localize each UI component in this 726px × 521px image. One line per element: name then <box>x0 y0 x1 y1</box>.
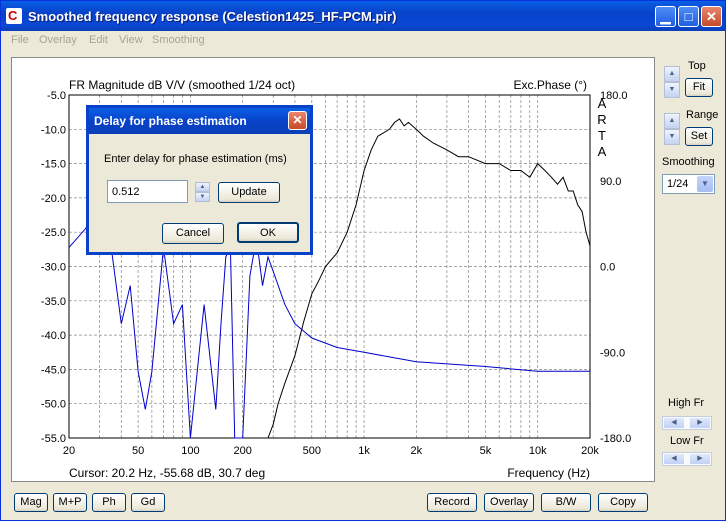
phase-title: Exc.Phase (°) <box>514 78 588 92</box>
copy-button[interactable]: Copy <box>598 493 648 512</box>
x-tick-label: 200 <box>233 445 251 457</box>
update-button[interactable]: Update <box>218 182 280 203</box>
menu-overlay[interactable]: Overlay <box>39 34 77 46</box>
x-tick-label: 1k <box>358 445 370 457</box>
high-fr-left-arrow-icon[interactable]: ◀ <box>664 418 684 428</box>
group-delay-button[interactable]: Gd <box>131 493 165 512</box>
x-tick-label: 50 <box>132 445 144 457</box>
phase-tick-label: -180.0 <box>600 433 631 445</box>
y-tick-label: -55.0 <box>41 433 66 445</box>
minimize-icon[interactable]: ▁ <box>655 6 676 27</box>
main-window: C Smoothed frequency response (Celestion… <box>0 0 726 521</box>
low-fr-right-arrow-icon[interactable]: ▶ <box>690 454 710 464</box>
ok-button[interactable]: OK <box>237 222 299 243</box>
x-axis-label: Frequency (Hz) <box>507 466 590 480</box>
cursor-readout: Cursor: 20.2 Hz, -55.68 dB, 30.7 deg <box>69 466 265 480</box>
y-tick-label: -15.0 <box>41 159 66 171</box>
cancel-button[interactable]: Cancel <box>162 223 224 244</box>
dialog-prompt: Enter delay for phase estimation (ms) <box>104 153 287 165</box>
high-fr-label: High Fr <box>668 397 705 409</box>
record-button[interactable]: Record <box>427 493 477 512</box>
high-fr-scroller[interactable]: ◀ ▶ <box>662 416 712 430</box>
arta-logo-letter: A <box>598 144 607 159</box>
smoothing-select[interactable]: 1/24 ▼ <box>662 174 715 194</box>
delay-input[interactable] <box>107 180 188 203</box>
phase-tick-label: 180.0 <box>600 90 628 102</box>
phase-button[interactable]: Ph <box>92 493 126 512</box>
y-tick-label: -25.0 <box>41 227 66 239</box>
close-icon[interactable]: ✕ <box>701 6 722 27</box>
dialog-title: Delay for phase estimation <box>94 114 247 128</box>
x-tick-label: 20k <box>581 445 599 457</box>
bw-button[interactable]: B/W <box>541 493 591 512</box>
x-tick-label: 500 <box>303 445 321 457</box>
set-button[interactable]: Set <box>685 127 713 146</box>
delay-dialog: Delay for phase estimation ✕ Enter delay… <box>86 105 313 255</box>
x-tick-label: 5k <box>480 445 492 457</box>
app-icon[interactable]: C <box>6 8 22 24</box>
low-fr-label: Low Fr <box>670 435 704 447</box>
y-tick-label: -30.0 <box>41 262 66 274</box>
dialog-close-icon[interactable]: ✕ <box>288 111 307 130</box>
menu-bar: File Overlay Edit View Smoothing <box>3 31 723 51</box>
low-fr-scroller[interactable]: ◀ ▶ <box>662 452 712 466</box>
x-tick-label: 20 <box>63 445 75 457</box>
mag-phase-button[interactable]: M+P <box>53 493 87 512</box>
delay-down-arrow-icon[interactable]: ▼ <box>195 192 210 202</box>
y-tick-label: -40.0 <box>41 330 66 342</box>
fit-button[interactable]: Fit <box>685 78 713 97</box>
app-icon-letter: C <box>8 8 18 23</box>
arta-logo-letter: R <box>597 112 606 127</box>
maximize-icon[interactable]: □ <box>678 6 699 27</box>
y-tick-label: -20.0 <box>41 193 66 205</box>
title-bar[interactable]: C Smoothed frequency response (Celestion… <box>1 1 725 31</box>
mag-button[interactable]: Mag <box>14 493 48 512</box>
menu-smoothing[interactable]: Smoothing <box>152 34 205 46</box>
delay-up-arrow-icon[interactable]: ▲ <box>195 182 210 192</box>
top-down-arrow-icon[interactable]: ▼ <box>664 82 680 98</box>
y-tick-label: -5.0 <box>47 90 66 102</box>
window-title: Smoothed frequency response (Celestion14… <box>28 9 397 24</box>
x-tick-label: 2k <box>411 445 423 457</box>
range-up-arrow-icon[interactable]: ▲ <box>664 113 680 129</box>
top-up-arrow-icon[interactable]: ▲ <box>664 66 680 82</box>
top-label: Top <box>688 60 706 72</box>
y-tick-label: -45.0 <box>41 364 66 376</box>
y-tick-label: -10.0 <box>41 124 66 136</box>
magnitude-title: FR Magnitude dB V/V (smoothed 1/24 oct) <box>69 78 295 92</box>
overlay-button[interactable]: Overlay <box>484 493 534 512</box>
low-fr-left-arrow-icon[interactable]: ◀ <box>664 454 684 464</box>
menu-view[interactable]: View <box>119 34 143 46</box>
high-fr-right-arrow-icon[interactable]: ▶ <box>690 418 710 428</box>
y-tick-label: -35.0 <box>41 296 66 308</box>
arta-logo-letter: T <box>598 128 606 143</box>
chevron-down-icon[interactable]: ▼ <box>697 176 713 192</box>
dialog-title-bar[interactable]: Delay for phase estimation ✕ <box>89 108 310 134</box>
menu-edit[interactable]: Edit <box>89 34 108 46</box>
phase-tick-label: 0.0 <box>600 262 615 274</box>
menu-file[interactable]: File <box>11 34 29 46</box>
y-tick-label: -50.0 <box>41 399 66 411</box>
x-tick-label: 100 <box>181 445 199 457</box>
smoothing-label: Smoothing <box>662 156 715 168</box>
phase-tick-label: -90.0 <box>600 347 625 359</box>
phase-tick-label: 90.0 <box>600 176 621 188</box>
range-down-arrow-icon[interactable]: ▼ <box>664 129 680 145</box>
smoothing-value: 1/24 <box>667 178 689 190</box>
x-tick-label: 10k <box>529 445 547 457</box>
range-label: Range <box>686 109 719 121</box>
